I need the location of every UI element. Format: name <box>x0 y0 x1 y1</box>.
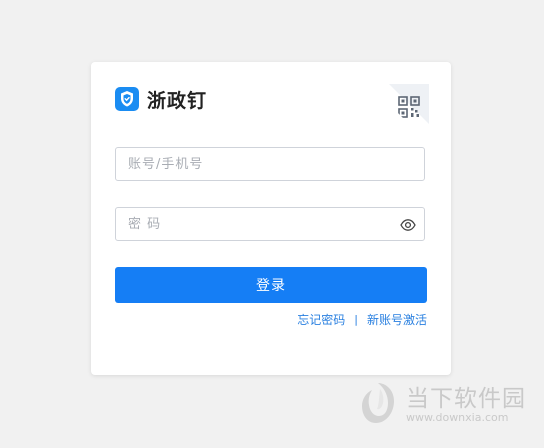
brand: 浙政钉 <box>115 85 207 113</box>
qr-code-icon <box>389 84 429 124</box>
site-watermark: 当下软件园 www.downxia.com <box>356 377 526 433</box>
qr-login-toggle[interactable] <box>389 84 429 124</box>
watermark-url: www.downxia.com <box>406 411 509 424</box>
watermark-name: 当下软件园 <box>406 386 526 412</box>
password-field <box>115 207 425 241</box>
login-page: 浙政钉 账号/手机号 登录 忘记密码 | 新账号激活 当下软件园 www.dow… <box>0 0 544 448</box>
link-separator: | <box>354 313 358 326</box>
activate-account-link[interactable]: 新账号激活 <box>367 311 427 328</box>
account-field <box>115 147 425 181</box>
password-input[interactable] <box>116 208 424 240</box>
app-name: 浙政钉 <box>147 89 208 112</box>
account-input[interactable] <box>116 148 424 180</box>
forgot-password-link[interactable]: 忘记密码 <box>297 311 345 328</box>
eye-icon[interactable] <box>400 217 416 231</box>
shield-icon <box>115 87 139 111</box>
login-button[interactable]: 登录 <box>115 267 427 303</box>
login-card: 浙政钉 账号/手机号 登录 忘记密码 | 新账号激活 <box>91 62 451 375</box>
watermark-logo-icon <box>356 379 400 427</box>
auxiliary-links: 忘记密码 | 新账号激活 <box>297 311 427 328</box>
